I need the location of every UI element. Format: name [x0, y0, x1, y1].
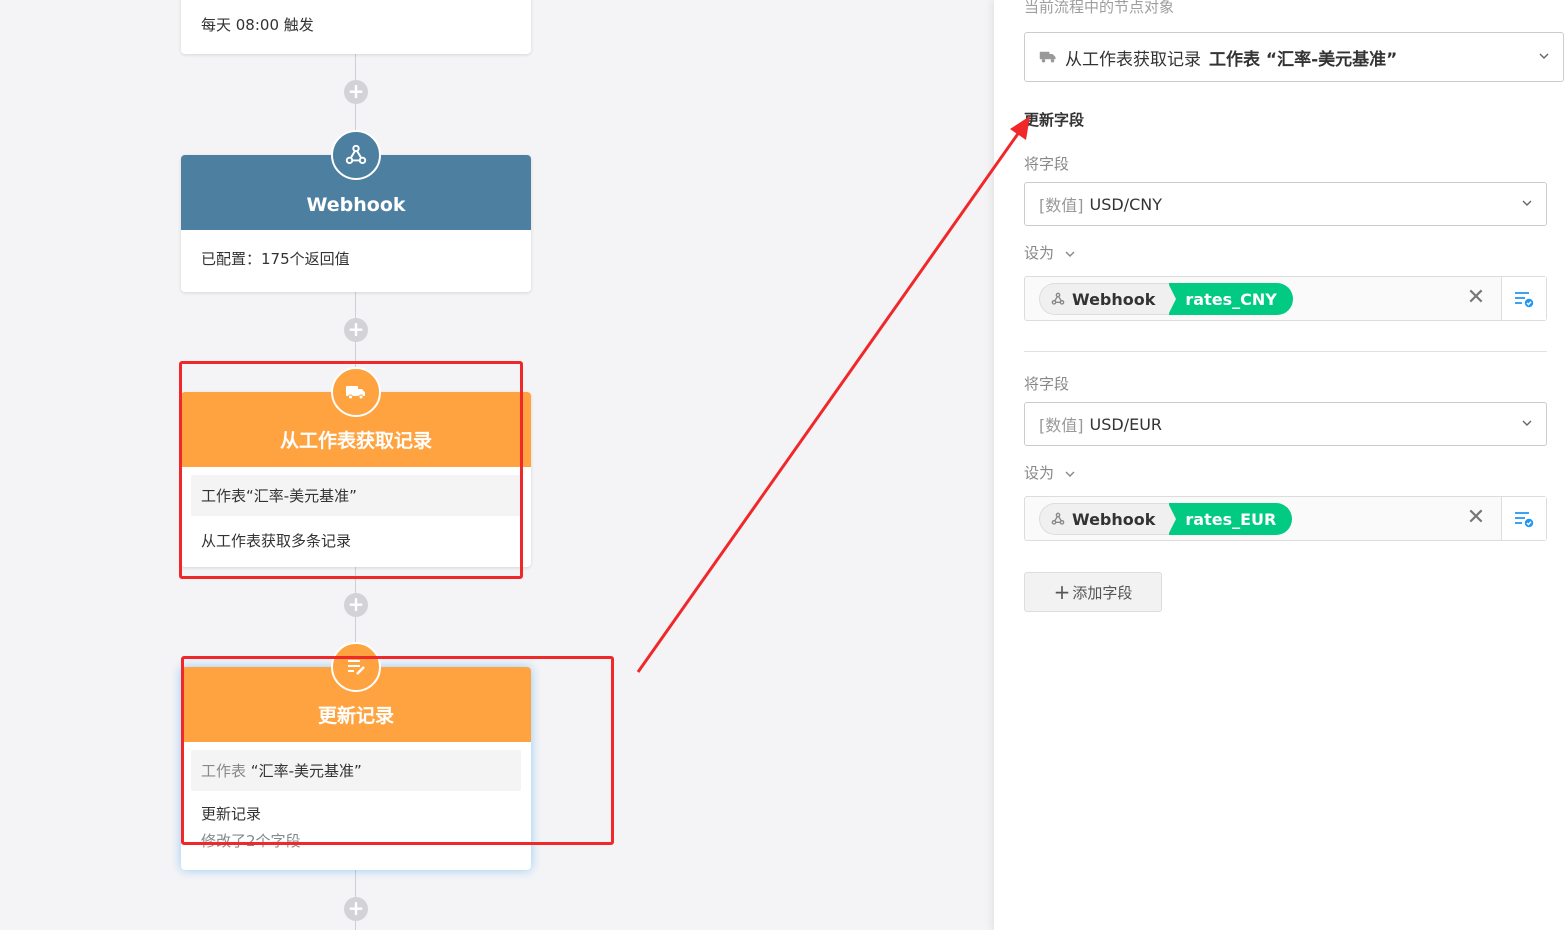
node-object-prefix: 从工作表获取记录 [1065, 49, 1201, 70]
chip-value: rates_EUR [1168, 503, 1293, 535]
field-divider [1024, 351, 1547, 352]
webhook-icon [1051, 292, 1065, 305]
edit-list-icon [331, 642, 381, 692]
field-picker-button[interactable] [1501, 277, 1546, 320]
update-node-modified: 修改了2个字段 [201, 832, 301, 850]
variable-chip[interactable]: Webhook rates_CNY [1039, 283, 1293, 315]
fetch-records-node[interactable]: 从工作表获取记录 工作表“汇率-美元基准” 从工作表获取多条记录 [181, 392, 531, 567]
chevron-down-icon [1522, 420, 1532, 426]
webhook-node-title: Webhook [306, 194, 406, 216]
config-panel: 当前流程中的节点对象 从工作表获取记录 工作表 “汇率-美元基准” 更新字段 将… [994, 0, 1564, 930]
chip-value: rates_CNY [1168, 283, 1293, 315]
field-type-tag: [数值] [1039, 196, 1084, 215]
clear-icon[interactable]: ✕ [1466, 507, 1486, 529]
update-node-body: 工作表 “汇率-美元基准” 更新记录 修改了2个字段 [181, 742, 531, 865]
set-to-toggle[interactable]: 设为 [1024, 462, 1075, 483]
chevron-down-icon [1065, 251, 1075, 257]
update-node-desc: 更新记录 [201, 805, 262, 823]
node-object-label: 当前流程中的节点对象 [1024, 0, 1175, 16]
fetch-node-title: 从工作表获取记录 [279, 430, 432, 452]
update-node-sheet-name: “汇率-美元基准” [250, 762, 362, 780]
list-check-icon [1515, 291, 1534, 307]
variable-chip[interactable]: Webhook rates_EUR [1039, 503, 1293, 535]
list-check-icon [1515, 511, 1534, 527]
field-label: 将字段 [1024, 155, 1070, 173]
fetch-node-desc: 从工作表获取多条记录 [201, 532, 352, 550]
webhook-node-desc: 已配置：175个返回值 [201, 250, 350, 268]
node-object-name: 工作表 “汇率-美元基准” [1209, 49, 1398, 70]
update-node-title: 更新记录 [317, 705, 394, 727]
value-input-cny[interactable]: Webhook rates_CNY ✕ [1024, 276, 1547, 321]
field-picker-button[interactable] [1501, 497, 1546, 540]
update-node-sheet-prefix: 工作表 [201, 762, 247, 780]
plus-icon: + [1053, 580, 1071, 604]
webhook-icon [331, 130, 381, 180]
trigger-schedule-text: 每天 08:00 触发 [201, 16, 314, 34]
add-node-button[interactable]: + [344, 897, 368, 921]
update-node-sheet: 工作表 “汇率-美元基准” [191, 750, 521, 791]
fetch-node-body: 工作表“汇率-美元基准” 从工作表获取多条记录 [181, 467, 531, 565]
trigger-node-card[interactable]: 每天 08:00 触发 [181, 0, 531, 54]
add-node-button[interactable]: + [344, 593, 368, 617]
field-select-usd-cny[interactable]: [数值] USD/CNY [1024, 182, 1547, 226]
set-to-toggle[interactable]: 设为 [1024, 242, 1075, 263]
chevron-down-icon [1539, 53, 1549, 59]
node-object-select[interactable]: 从工作表获取记录 工作表 “汇率-美元基准” [1024, 32, 1564, 82]
workflow-canvas: 每天 08:00 触发 + Webhook 已配置：175个返回值 + 从工作表… [0, 0, 994, 930]
add-field-label: 添加字段 [1072, 583, 1133, 602]
chip-source: Webhook [1072, 289, 1156, 309]
set-to-label: 设为 [1024, 464, 1055, 482]
field-name: USD/EUR [1089, 414, 1163, 434]
field-name: USD/CNY [1089, 194, 1163, 214]
chevron-down-icon [1065, 471, 1075, 477]
truck-icon [1039, 50, 1057, 64]
field-select-usd-eur[interactable]: [数值] USD/EUR [1024, 402, 1547, 446]
fetch-node-sheet: 工作表“汇率-美元基准” [191, 475, 521, 516]
field-label: 将字段 [1024, 375, 1070, 393]
clear-icon[interactable]: ✕ [1466, 287, 1486, 309]
value-input-eur[interactable]: Webhook rates_EUR ✕ [1024, 496, 1547, 541]
webhook-node-body: 已配置：175个返回值 [181, 230, 531, 287]
add-node-button[interactable]: + [344, 318, 368, 342]
field-type-tag: [数值] [1039, 416, 1084, 435]
add-node-button[interactable]: + [344, 80, 368, 104]
truck-icon [331, 367, 381, 417]
webhook-icon [1051, 512, 1065, 525]
update-records-node[interactable]: 更新记录 工作表 “汇率-美元基准” 更新记录 修改了2个字段 [181, 667, 531, 870]
update-fields-title: 更新字段 [1024, 111, 1085, 129]
set-to-label: 设为 [1024, 244, 1055, 262]
chip-source: Webhook [1072, 509, 1156, 529]
add-field-button[interactable]: + 添加字段 [1024, 572, 1162, 612]
chevron-down-icon [1522, 200, 1532, 206]
